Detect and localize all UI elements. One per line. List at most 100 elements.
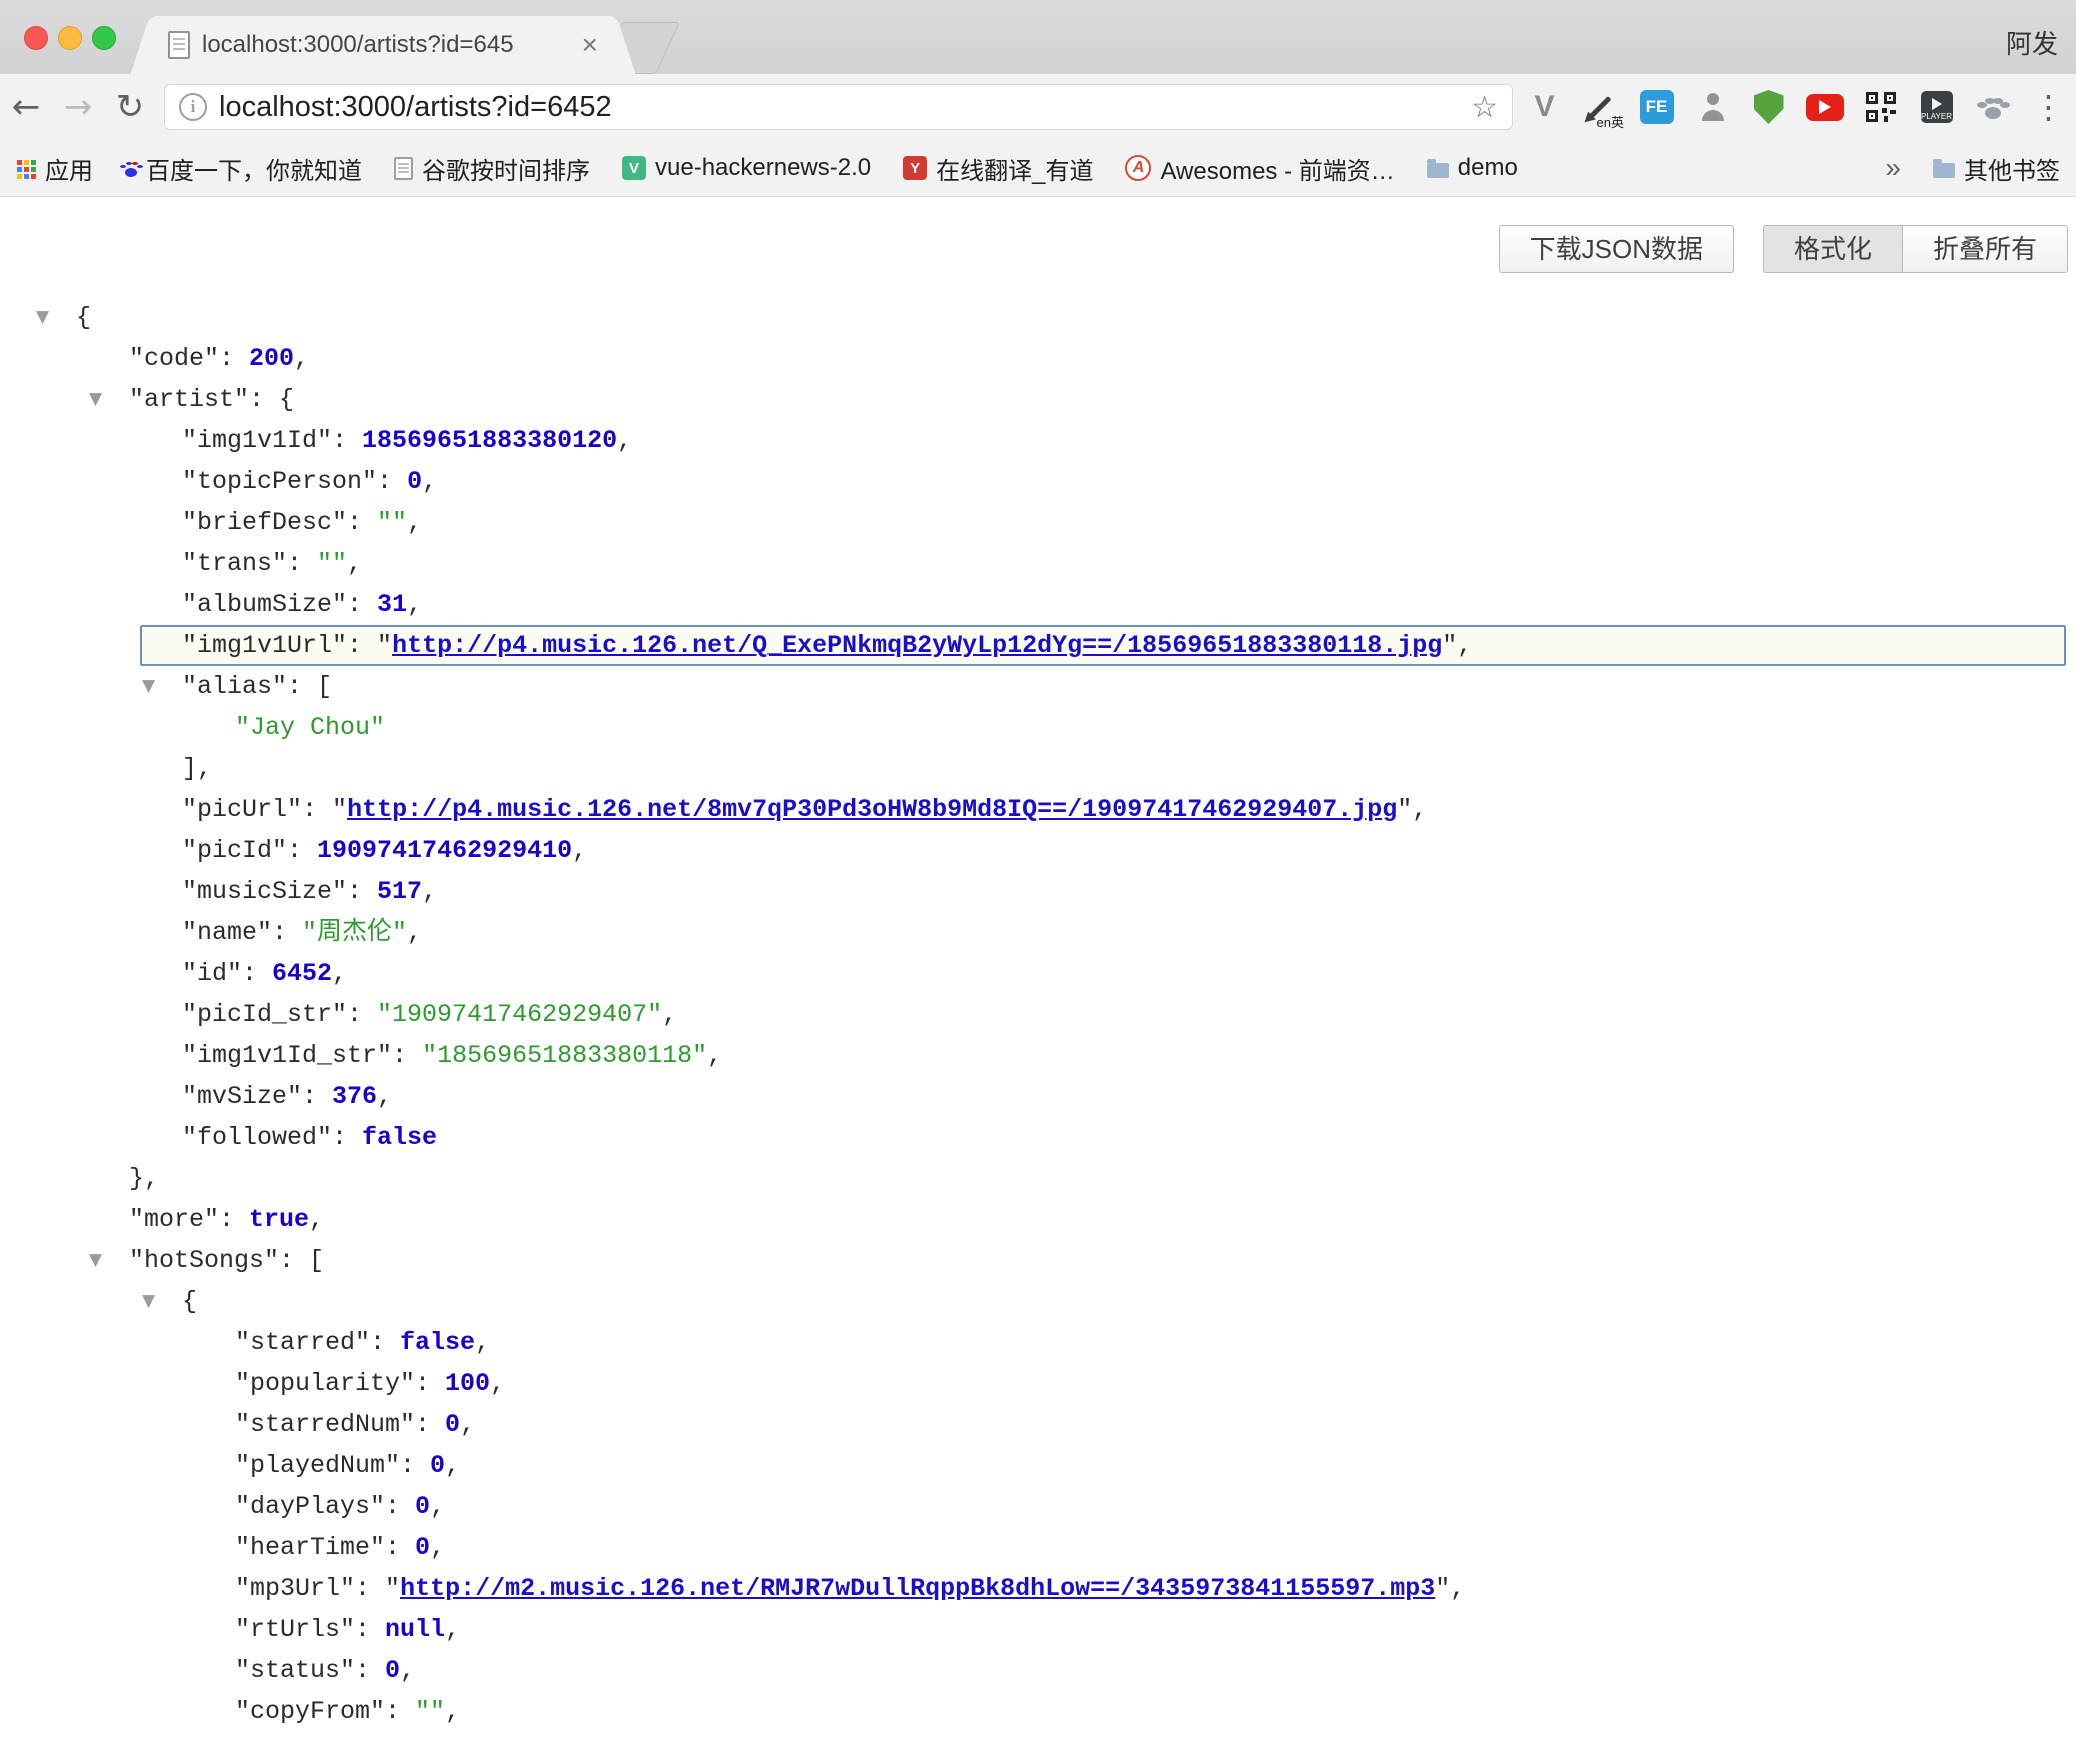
json-line: ▼"artist": { <box>0 379 2076 420</box>
bookmark-google-sort[interactable]: 谷歌按时间排序 <box>394 151 590 186</box>
player-icon[interactable]: PLAYER <box>1915 83 1958 131</box>
json-token: , <box>407 590 422 619</box>
json-token: "starredNum" <box>235 1410 415 1439</box>
json-token: { <box>76 303 91 332</box>
json-line: "topicPerson": 0, <box>0 461 2076 502</box>
json-token: 19097417462929410 <box>317 836 572 865</box>
json-token: , <box>1457 631 1472 660</box>
collapser-icon[interactable]: ▼ <box>89 379 102 420</box>
navigation-bar: ← → ↻ i localhost:3000/artists?id=6452 ☆… <box>0 74 2076 140</box>
json-token: 0 <box>407 467 422 496</box>
site-info-icon[interactable]: i <box>179 93 207 121</box>
paw-icon[interactable] <box>1971 83 2014 131</box>
bookmark-youdao-translate[interactable]: Y在线翻译_有道 <box>903 151 1093 186</box>
json-token: " <box>1435 1574 1450 1603</box>
browser-menu-icon[interactable]: ⋮ <box>2027 83 2070 131</box>
json-token: "code" <box>129 344 219 373</box>
document-icon <box>394 157 413 180</box>
collapser-icon[interactable]: ▼ <box>89 1240 102 1281</box>
json-line: "rtUrls": null, <box>0 1609 2076 1650</box>
json-link[interactable]: http://m2.music.126.net/RMJR7wDullRqppBk… <box>400 1574 1435 1603</box>
url-text[interactable]: localhost:3000/artists?id=6452 <box>219 91 1471 124</box>
json-token: : <box>272 918 302 947</box>
browser-tab[interactable]: localhost:3000/artists?id=645 × <box>152 16 614 74</box>
json-token: "img1v1Url" <box>182 631 347 660</box>
json-token: "popularity" <box>235 1369 415 1398</box>
bookmark-star-icon[interactable]: ☆ <box>1471 90 1498 125</box>
json-token: 200 <box>249 344 294 373</box>
json-token: , <box>294 344 309 373</box>
back-icon[interactable]: ← <box>0 87 52 127</box>
json-token: 376 <box>332 1082 377 1111</box>
extensions-row: V en英 FE PLAYER ⋮ <box>1523 83 2070 131</box>
json-token: , <box>445 1451 460 1480</box>
other-bookmarks[interactable]: 其他书签 <box>1933 151 2060 186</box>
json-token: , <box>572 836 587 865</box>
bookmarks-overflow-icon[interactable]: » <box>1885 152 1901 184</box>
json-token: : <box>219 344 249 373</box>
bookmark-label: Awesomes - 前端资… <box>1160 151 1394 186</box>
youtube-icon[interactable] <box>1803 83 1846 131</box>
json-line: "popularity": 100, <box>0 1363 2076 1404</box>
json-link[interactable]: http://p4.music.126.net/8mv7qP30Pd3oHW8b… <box>347 795 1397 824</box>
json-token: : <box>385 1492 415 1521</box>
vimium-icon[interactable]: V <box>1523 83 1566 131</box>
bookmark-apps[interactable]: 应用 <box>16 151 93 186</box>
adblock-shield-icon[interactable] <box>1747 83 1790 131</box>
bookmark-label: vue-hackernews-2.0 <box>655 154 871 182</box>
bookmark-label: 应用 <box>45 151 93 186</box>
json-token: : <box>355 1615 385 1644</box>
json-token: "img1v1Id_str" <box>182 1041 392 1070</box>
json-link[interactable]: http://p4.music.126.net/Q_ExePNkmqB2yWyL… <box>392 631 1442 660</box>
json-token: 517 <box>377 877 422 906</box>
bookmark-demo-folder[interactable]: demo <box>1427 154 1518 182</box>
browser-window: localhost:3000/artists?id=645 × 阿发 ← → ↻… <box>0 0 2076 1754</box>
json-line: ▼"alias": [ <box>0 666 2076 707</box>
json-token: : <box>377 467 407 496</box>
format-button[interactable]: 格式化 <box>1763 225 1902 273</box>
json-token: , <box>430 1533 445 1562</box>
download-json-button[interactable]: 下载JSON数据 <box>1499 225 1734 273</box>
reload-icon[interactable]: ↻ <box>104 87 156 127</box>
maximize-window-button[interactable] <box>92 26 116 50</box>
json-line: ], <box>0 748 2076 789</box>
json-line: "mp3Url": "http://m2.music.126.net/RMJR7… <box>0 1568 2076 1609</box>
page-icon <box>168 31 190 59</box>
qrcode-icon[interactable] <box>1859 83 1902 131</box>
collapser-icon[interactable]: ▼ <box>36 297 49 338</box>
youdao-badge: en英 <box>1597 112 1624 131</box>
close-window-button[interactable] <box>24 26 48 50</box>
json-token: ], <box>182 754 212 783</box>
json-line: ▼"hotSongs": [ <box>0 1240 2076 1281</box>
bookmark-awesomes[interactable]: AAwesomes - 前端资… <box>1125 151 1394 186</box>
profile-name[interactable]: 阿发 <box>2006 24 2058 61</box>
apps-grid-icon <box>17 160 22 165</box>
json-line: }, <box>0 1158 2076 1199</box>
json-line: "picId": 19097417462929410, <box>0 830 2076 871</box>
json-line: "code": 200, <box>0 338 2076 379</box>
player-label: PLAYER <box>1921 112 1953 121</box>
json-token: : <box>347 508 377 537</box>
minimize-window-button[interactable] <box>58 26 82 50</box>
json-token: "" <box>377 508 407 537</box>
collapser-icon[interactable]: ▼ <box>142 666 155 707</box>
bookmark-vue-hackernews[interactable]: Vvue-hackernews-2.0 <box>622 154 871 182</box>
collapser-icon[interactable]: ▼ <box>142 1281 155 1322</box>
bookmark-baidu[interactable]: 百度一下，你就知道 <box>125 151 362 186</box>
person-icon[interactable] <box>1691 83 1734 131</box>
menu-dots-glyph: ⋮ <box>2033 88 2065 126</box>
json-token: , <box>430 1492 445 1521</box>
tab-close-icon[interactable]: × <box>582 31 598 59</box>
json-token: "周杰伦" <box>302 918 407 947</box>
json-line: "albumSize": 31, <box>0 584 2076 625</box>
json-token: 100 <box>445 1369 490 1398</box>
youdao-pen-icon[interactable]: en英 <box>1579 83 1622 131</box>
json-token: "id" <box>182 959 242 988</box>
json-token: "hotSongs" <box>129 1246 279 1275</box>
fe-extension-icon[interactable]: FE <box>1635 83 1678 131</box>
json-token: 0 <box>445 1410 460 1439</box>
collapse-all-button[interactable]: 折叠所有 <box>1902 225 2068 273</box>
address-bar[interactable]: i localhost:3000/artists?id=6452 ☆ <box>164 84 1513 130</box>
bookmark-label: 百度一下，你就知道 <box>146 151 362 186</box>
youtube-glyph <box>1806 94 1844 121</box>
